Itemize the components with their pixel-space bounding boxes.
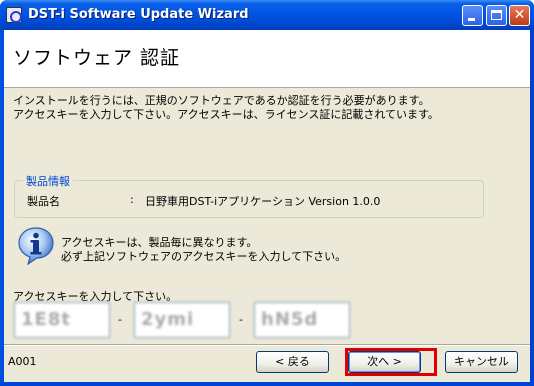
product-name-label: 製品名 — [27, 195, 60, 208]
access-key-field-3[interactable]: hN5d — [254, 302, 350, 338]
product-info-legend: 製品情報 — [23, 173, 73, 189]
wizard-header: ソフトウェア 認証 — [4, 30, 530, 88]
maximize-button[interactable] — [486, 5, 507, 26]
info-line-1: アクセスキーは、製品毎に異なります。 — [61, 236, 258, 249]
access-key-field-2[interactable]: 2ymi — [134, 302, 230, 338]
product-info-group: 製品情報 製品名 : 日野車用DST-iアプリケーション Version 1.0… — [14, 173, 484, 218]
back-button[interactable]: < 戻る — [256, 351, 329, 373]
minimize-icon — [468, 18, 475, 21]
access-key-separator-1: - — [118, 313, 122, 326]
close-button[interactable]: ✕ — [509, 5, 530, 26]
window-frame-bottom — [0, 382, 534, 386]
product-name-value: 日野車用DST-iアプリケーション Version 1.0.0 — [145, 195, 381, 208]
instructions-line-1: インストールを行うには、正規のソフトウェアであるか認証を行う必要があります。 — [13, 94, 430, 107]
access-key-field-1[interactable]: 1E8t — [14, 302, 110, 338]
minimize-button[interactable] — [462, 5, 483, 26]
wizard-window: DST-i Software Update Wizard ✕ ソフトウェア 認証… — [0, 0, 534, 386]
info-line-2: 必ず上記ソフトウェアのアクセスキーを入力して下さい。 — [61, 250, 347, 263]
app-icon — [6, 7, 22, 23]
maximize-icon — [491, 10, 502, 20]
window-frame-right — [530, 30, 534, 386]
next-button-highlight — [345, 348, 437, 376]
cancel-button[interactable]: キャンセル — [445, 351, 518, 373]
page-code: A001 — [8, 355, 37, 368]
page-title: ソフトウェア 認証 — [13, 47, 181, 69]
info-message: アクセスキーは、製品毎に異なります。 必ず上記ソフトウェアのアクセスキーを入力し… — [61, 236, 346, 264]
instructions-text: インストールを行うには、正規のソフトウェアであるか認証を行う必要があります。 ア… — [13, 94, 523, 122]
instructions-line-2: アクセスキーを入力して下さい。アクセスキーは、ライセンス証に記載されています。 — [13, 108, 439, 121]
wizard-client-area: ソフトウェア 認証 インストールを行うには、正規のソフトウェアであるか認証を行う… — [4, 30, 530, 382]
window-title: DST-i Software Update Wizard — [28, 7, 249, 22]
info-icon — [18, 227, 54, 265]
product-name-colon: : — [130, 193, 134, 206]
footer-separator — [4, 344, 530, 346]
title-bar[interactable]: DST-i Software Update Wizard ✕ — [0, 0, 534, 30]
close-icon: ✕ — [513, 7, 526, 23]
access-key-separator-2: - — [239, 313, 243, 326]
